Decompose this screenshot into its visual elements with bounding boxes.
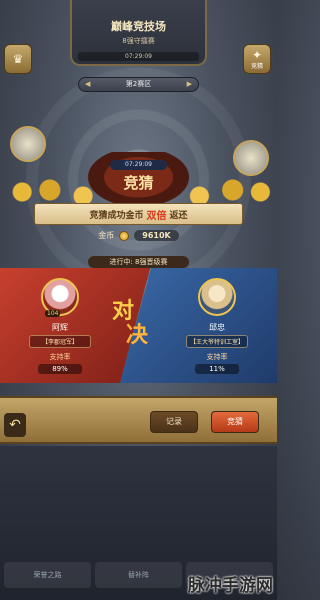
zone-value: 第2赛区	[125, 80, 152, 88]
back-arrow-icon[interactable]: ↶	[4, 413, 26, 437]
prev-zone-icon[interactable]: ◀	[85, 78, 90, 91]
arena-header: 巅峰竞技场 8强守擂赛 07:29:09	[70, 0, 207, 66]
player-guild: 【王大爷特训工室】	[186, 335, 248, 348]
guess-title: 竞猜	[123, 174, 154, 192]
versus-char-1: 对	[112, 299, 135, 324]
player-name: 邱忠	[209, 323, 225, 332]
guess-shortcut-label: 竞猜	[250, 62, 263, 70]
trophy-icon: ♛	[12, 52, 24, 66]
support-value: 11%	[195, 364, 239, 374]
guess-timer: 07:29:09	[110, 160, 167, 170]
support-label: 支持率	[206, 353, 228, 361]
support-label: 支持率	[49, 353, 71, 361]
left-menu-button[interactable]: ♛	[4, 44, 32, 74]
left-player[interactable]: 104 阿辉 【李郡冠军】 支持率 89%	[18, 278, 102, 374]
left-champion-portrait[interactable]	[10, 126, 46, 162]
player-level: 104	[45, 310, 61, 317]
banner-prefix: 竞猜成功金币	[89, 210, 144, 221]
next-zone-icon[interactable]: ▶	[187, 78, 192, 91]
coin-value: 9610K	[134, 230, 179, 241]
coin-balance: 金币 9610K	[0, 230, 277, 241]
watermark: 脉冲手游网	[188, 576, 273, 596]
page-title: 巅峰竞技场	[111, 20, 166, 33]
guess-button[interactable]: 竞猜	[211, 411, 259, 433]
page-subtitle: 8强守擂赛	[122, 37, 155, 45]
versus-text: 对 决	[112, 299, 148, 348]
avatar[interactable]	[198, 278, 236, 316]
avatar[interactable]: 104	[41, 278, 79, 317]
banner-highlight: 双倍	[146, 210, 167, 222]
versus-panel: 104 阿辉 【李郡冠军】 支持率 89% 对 决 邱忠 【王大爷特训工室】 支…	[0, 268, 277, 383]
gift-icon: ✦	[251, 47, 263, 62]
banner-suffix: 返还	[169, 210, 188, 221]
guess-emblem: 07:29:09 竞猜	[86, 152, 191, 208]
right-player[interactable]: 邱忠 【王大爷特训工室】 支持率 11%	[175, 278, 259, 374]
stage-status: 进行中: 8强晋级赛	[88, 256, 189, 268]
header-countdown: 07:29:09	[78, 52, 199, 61]
coin-label: 金币	[98, 231, 115, 240]
record-button[interactable]: 记录	[150, 411, 198, 433]
guess-shortcut-button[interactable]: ✦ 竞猜	[243, 44, 271, 74]
tab-honor-road[interactable]: 荣誉之路	[4, 562, 91, 588]
player-guild: 【李郡冠军】	[29, 335, 91, 348]
tab-substitute[interactable]: 替补阵	[95, 562, 182, 588]
player-name: 阿辉	[52, 323, 68, 332]
zone-selector[interactable]: ◀ 第2赛区 ▶	[78, 77, 199, 92]
support-value: 89%	[38, 364, 82, 374]
versus-char-2: 决	[126, 323, 149, 348]
coin-icon	[119, 230, 130, 241]
reward-banner: 竞猜成功金币 双倍 返还	[34, 203, 243, 225]
